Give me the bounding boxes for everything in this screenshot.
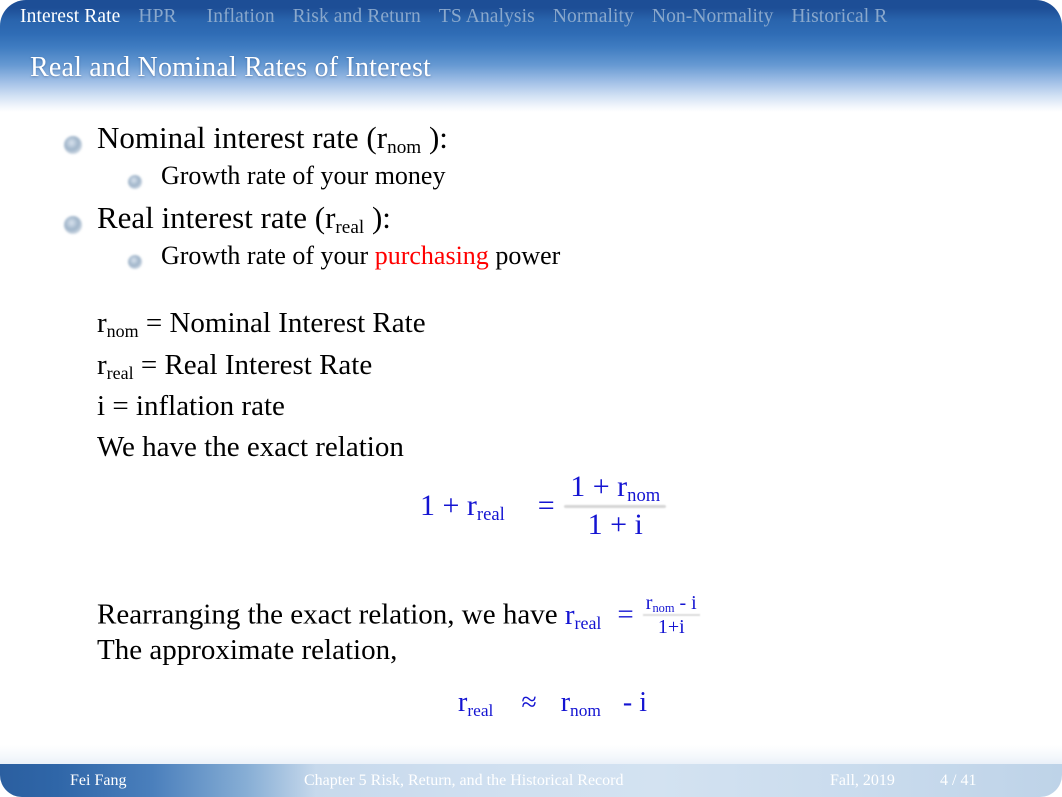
rearranging-symbol-subscript: real <box>574 612 602 633</box>
definition-line-exact-relation-intro: We have the exact relation <box>97 431 404 463</box>
approx-tail: - i <box>622 687 648 718</box>
bullet-text-part: Nominal interest rate (r <box>97 120 388 155</box>
equation-lhs: 1 + rreal <box>420 488 505 525</box>
definition-text: = inflation rate <box>105 390 285 422</box>
equation-lhs-subscript: real <box>476 503 505 525</box>
numerator-subscript: nom <box>627 485 661 507</box>
approx-operator-approximately: ≈ <box>521 687 537 718</box>
nav-item-inflation[interactable]: Inflation <box>207 0 275 34</box>
rearranging-symbol: rreal <box>565 599 602 631</box>
bottom-fade-strip <box>0 745 1062 765</box>
equation-fraction-numerator: 1 + rnom <box>562 470 668 505</box>
definition-line-r-real: rreal = Real Interest Rate <box>97 349 373 383</box>
bullet-dot-icon <box>128 255 142 269</box>
bullet-item-growth-money: Growth rate of your money <box>128 163 445 189</box>
rearranging-denominator: 1+i <box>657 616 685 638</box>
bullet-subscript: nom <box>387 137 422 159</box>
bullet-text-part: Growth rate of your <box>161 241 375 270</box>
bullet-dot-icon <box>64 136 82 154</box>
footer-page-number: 4 / 41 <box>940 772 977 789</box>
bullet-text-growth-purchasing: Growth rate of your purchasing power <box>161 243 560 269</box>
rearranging-fraction: rnom - i 1+i <box>642 593 701 637</box>
approx-lhs-subscript: real <box>467 700 494 720</box>
bullet-text-growth-money: Growth rate of your money <box>161 161 446 190</box>
approx-rhs: rnom <box>560 687 601 720</box>
slide-title: Real and Nominal Rates of Interest <box>30 52 432 83</box>
bullet-subscript: real <box>335 217 365 239</box>
bullet-text-part: Real interest rate (r <box>97 200 336 235</box>
definition-subscript: real <box>106 362 134 383</box>
equation-fraction-denominator: 1 + i <box>587 508 643 541</box>
approx-lhs-text: r <box>458 687 468 718</box>
equation-lhs-text: 1 + r <box>420 488 477 522</box>
section-navigation-bar: Interest Rate HPR Inflation Risk and Return… <box>0 0 1062 34</box>
slide-header: Interest Rate HPR Inflation Risk and Return… <box>0 0 1062 112</box>
rearranging-text: Rearranging the exact relation, we have <box>97 598 565 631</box>
bullet-text-part: power <box>488 241 561 270</box>
footer-author-block <box>0 764 316 797</box>
highlight-purchasing: purchasing <box>374 241 489 270</box>
equation-exact-relation: 1 + rreal = 1 + rnom 1 + i <box>420 472 668 542</box>
equation-fraction: 1 + rnom 1 + i <box>562 472 668 540</box>
bullet-text-part: ): <box>421 120 448 155</box>
bullet-dot-icon <box>64 216 82 234</box>
definition-line-inflation: i = inflation rate <box>97 392 285 421</box>
definition-symbol: r <box>97 349 107 381</box>
equation-operator-equals: = <box>537 488 555 522</box>
bullet-text-nominal-rate: Nominal interest rate (rnom ): <box>97 120 448 157</box>
definition-text: = Real Interest Rate <box>133 349 373 381</box>
bullet-dot-icon <box>128 175 142 189</box>
definition-text: = Nominal Interest Rate <box>138 307 426 339</box>
equation-approximate-relation: rreal ≈ rnom - i <box>458 687 648 720</box>
nav-item-hpr[interactable]: HPR <box>138 0 176 34</box>
nav-item-ts-analysis[interactable]: TS Analysis <box>439 0 535 34</box>
nav-item-historical-record[interactable]: Historical R <box>791 0 887 34</box>
bullet-text-part: ): <box>364 200 391 235</box>
approximate-relation-intro: The approximate relation, <box>97 634 398 666</box>
fraction-bar <box>642 614 700 616</box>
numerator-suffix: - i <box>674 592 697 614</box>
nav-item-interest-rate[interactable]: Interest Rate <box>20 0 120 34</box>
numerator-text: 1 + r <box>570 470 628 503</box>
footer-chapter: Chapter 5 Risk, Return, and the Historic… <box>304 772 624 789</box>
approx-rhs-subscript: nom <box>570 700 601 720</box>
nav-item-risk-and-return[interactable]: Risk and Return <box>293 0 421 34</box>
bullet-text-real-rate: Real interest rate (rreal ): <box>97 200 391 237</box>
approx-rhs-text: r <box>560 687 571 718</box>
fraction-bar <box>564 505 667 508</box>
bullet-item-growth-purchasing: Growth rate of your purchasing power <box>128 243 560 269</box>
slide-footer: Fei Fang Chapter 5 Risk, Return, and the… <box>0 764 1062 797</box>
nav-item-non-normality[interactable]: Non-Normality <box>652 0 774 34</box>
approx-lhs: rreal <box>458 687 494 720</box>
nav-item-normality[interactable]: Normality <box>553 0 634 34</box>
definition-symbol: r <box>97 307 107 339</box>
slide-content: Nominal interest rate (rnom ): Growth ra… <box>0 112 1062 760</box>
footer-term: Fall, 2019 <box>830 772 895 789</box>
rearranging-operator-equals: = <box>617 598 634 631</box>
bullet-item-nominal-rate: Nominal interest rate (rnom ): <box>64 120 448 157</box>
definition-symbol: i <box>97 390 106 422</box>
rearranging-line: Rearranging the exact relation, we have … <box>97 593 701 639</box>
rearranging-numerator: rnom - i <box>642 592 701 615</box>
footer-author: Fei Fang <box>70 772 127 789</box>
definition-line-r-nom: rnom = Nominal Interest Rate <box>97 307 426 341</box>
bullet-item-real-rate: Real interest rate (rreal ): <box>64 200 391 237</box>
definition-subscript: nom <box>106 320 139 341</box>
